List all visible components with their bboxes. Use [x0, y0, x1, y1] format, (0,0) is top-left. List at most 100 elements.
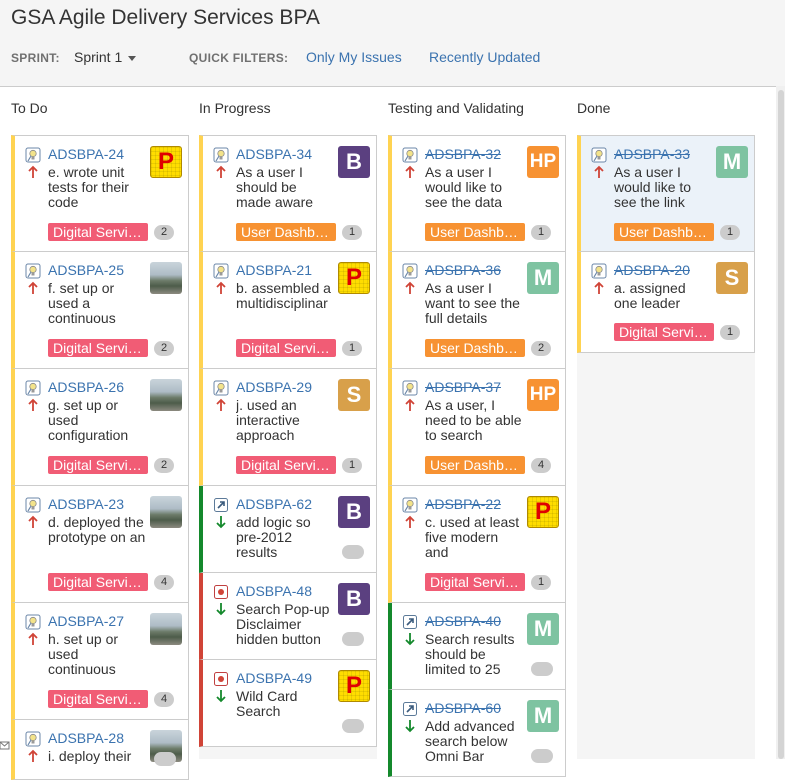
avatar[interactable] [150, 613, 182, 645]
issue-card[interactable]: ADSBPA-60 Add advanced search below Omni … [388, 690, 566, 777]
epic-label[interactable]: User Dashb… [425, 339, 525, 357]
epic-label[interactable]: User Dashb… [614, 223, 714, 241]
issue-key-link[interactable]: ADSBPA-25 [48, 262, 124, 278]
epic-label[interactable]: Digital Servi… [236, 456, 336, 474]
epic-label[interactable]: Digital Servi… [48, 339, 148, 357]
issue-key-link[interactable]: ADSBPA-49 [236, 670, 312, 686]
epic-label[interactable]: Digital Servi… [48, 223, 148, 241]
issue-key-link[interactable]: ADSBPA-24 [48, 146, 124, 162]
column-header-to-do: To Do [11, 100, 48, 116]
issue-key-link[interactable]: ADSBPA-60 [425, 700, 501, 716]
avatar[interactable]: M [716, 146, 748, 178]
issue-key-link[interactable]: ADSBPA-36 [425, 262, 501, 278]
issue-card[interactable]: ADSBPA-33 As a user I would like to see t… [577, 135, 755, 252]
issue-card[interactable]: ADSBPA-28 i. deploy their [11, 720, 189, 780]
issue-summary: f. set up or used a continuous [48, 281, 116, 326]
scrollbar-thumb[interactable] [778, 90, 784, 759]
epic-label[interactable]: Digital Servi… [236, 339, 336, 357]
issue-card[interactable]: ADSBPA-62 add logic so pre-2012 results B [199, 486, 377, 573]
issue-key-link[interactable]: ADSBPA-22 [425, 496, 501, 512]
avatar[interactable]: HP [527, 146, 559, 178]
story-icon [402, 497, 418, 513]
sprint-dropdown[interactable]: Sprint 1 [74, 49, 137, 65]
estimate-badge: 4 [531, 458, 551, 473]
estimate-badge [531, 749, 553, 763]
issue-summary: d. deployed the prototype on an [48, 515, 146, 545]
epic-label[interactable]: User Dashb… [236, 223, 336, 241]
issue-key-link[interactable]: ADSBPA-28 [48, 730, 124, 746]
epic-label[interactable]: User Dashb… [425, 223, 525, 241]
avatar[interactable]: HP [527, 379, 559, 411]
bug-icon [213, 584, 229, 600]
avatar[interactable]: S [338, 379, 370, 411]
estimate-badge: 1 [720, 225, 740, 240]
issue-card[interactable]: ADSBPA-25 f. set up or used a continuous D… [11, 252, 189, 369]
issue-key-link[interactable]: ADSBPA-26 [48, 379, 124, 395]
issue-key-link[interactable]: ADSBPA-20 [614, 262, 690, 278]
up-arrow-icon [402, 281, 418, 295]
avatar[interactable]: S [716, 262, 748, 294]
avatar[interactable]: P [527, 496, 559, 528]
issue-card[interactable]: ADSBPA-37 As a user, I need to be able to… [388, 369, 566, 486]
avatar[interactable]: P [338, 670, 370, 702]
epic-label[interactable]: Digital Servi… [614, 323, 714, 341]
issue-summary: e. wrote unit tests for their code [48, 165, 129, 210]
envelope-icon [0, 741, 10, 750]
estimate-badge: 1 [531, 575, 551, 590]
issue-card[interactable]: ADSBPA-34 As a user I should be made awar… [199, 135, 377, 252]
issue-card[interactable]: ADSBPA-27 h. set up or used continuous Dig… [11, 603, 189, 720]
issue-key-link[interactable]: ADSBPA-62 [236, 496, 312, 512]
quick-filter-recently-updated[interactable]: Recently Updated [429, 49, 540, 65]
quick-filter-only-my-issues[interactable]: Only My Issues [306, 49, 402, 65]
issue-key-link[interactable]: ADSBPA-21 [236, 262, 312, 278]
avatar[interactable]: M [527, 262, 559, 294]
issue-card[interactable]: ADSBPA-20 a. assigned one leader S Digital … [577, 252, 755, 353]
epic-label[interactable]: Digital Servi… [425, 573, 525, 591]
epic-label[interactable]: Digital Servi… [48, 456, 148, 474]
issue-key-link[interactable]: ADSBPA-34 [236, 146, 312, 162]
estimate-badge: 1 [342, 225, 362, 240]
sprint-value: Sprint 1 [74, 49, 123, 65]
avatar[interactable] [150, 262, 182, 294]
issue-key-link[interactable]: ADSBPA-33 [614, 146, 690, 162]
issue-summary: As a user, I need to be able to search [425, 398, 522, 443]
issue-card[interactable]: ADSBPA-26 g. set up or used configuration… [11, 369, 189, 486]
avatar[interactable] [150, 379, 182, 411]
issue-card[interactable]: ADSBPA-29 j. used an interactive approach… [199, 369, 377, 486]
story-icon [25, 614, 41, 630]
avatar[interactable]: B [338, 496, 370, 528]
issue-key-link[interactable]: ADSBPA-40 [425, 613, 501, 629]
issue-summary: i. deploy their [48, 749, 132, 764]
issue-card[interactable]: ADSBPA-32 As a user I would like to see t… [388, 135, 566, 252]
issue-key-link[interactable]: ADSBPA-32 [425, 146, 501, 162]
avatar[interactable]: P [150, 146, 182, 178]
issue-key-link[interactable]: ADSBPA-48 [236, 583, 312, 599]
issue-card[interactable]: ADSBPA-49 Wild Card Search P [199, 660, 377, 747]
down-arrow-icon [213, 515, 229, 529]
issue-card[interactable]: ADSBPA-36 As a user I want to see the ful… [388, 252, 566, 369]
estimate-badge [531, 662, 553, 676]
issue-card[interactable]: ADSBPA-21 b. assembled a multidisciplinar… [199, 252, 377, 369]
story-icon [213, 263, 229, 279]
avatar[interactable]: M [527, 613, 559, 645]
avatar[interactable]: M [527, 700, 559, 732]
subtask-icon [402, 701, 418, 717]
issue-card[interactable]: ADSBPA-22 c. used at least five modern an… [388, 486, 566, 603]
story-icon [25, 147, 41, 163]
up-arrow-icon [213, 165, 229, 179]
epic-label[interactable]: User Dashb… [425, 456, 525, 474]
issue-card[interactable]: ADSBPA-48 Search Pop-up Disclaimer hidden… [199, 573, 377, 660]
issue-key-link[interactable]: ADSBPA-29 [236, 379, 312, 395]
epic-label[interactable]: Digital Servi… [48, 573, 148, 591]
issue-card[interactable]: ADSBPA-40 Search results should be limite… [388, 603, 566, 690]
issue-card[interactable]: ADSBPA-24 e. wrote unit tests for their c… [11, 135, 189, 252]
avatar[interactable] [150, 496, 182, 528]
avatar[interactable]: B [338, 146, 370, 178]
epic-label[interactable]: Digital Servi… [48, 690, 148, 708]
avatar[interactable]: B [338, 583, 370, 615]
issue-key-link[interactable]: ADSBPA-23 [48, 496, 124, 512]
avatar[interactable]: P [338, 262, 370, 294]
issue-key-link[interactable]: ADSBPA-37 [425, 379, 501, 395]
issue-key-link[interactable]: ADSBPA-27 [48, 613, 124, 629]
issue-card[interactable]: ADSBPA-23 d. deployed the prototype on an… [11, 486, 189, 603]
